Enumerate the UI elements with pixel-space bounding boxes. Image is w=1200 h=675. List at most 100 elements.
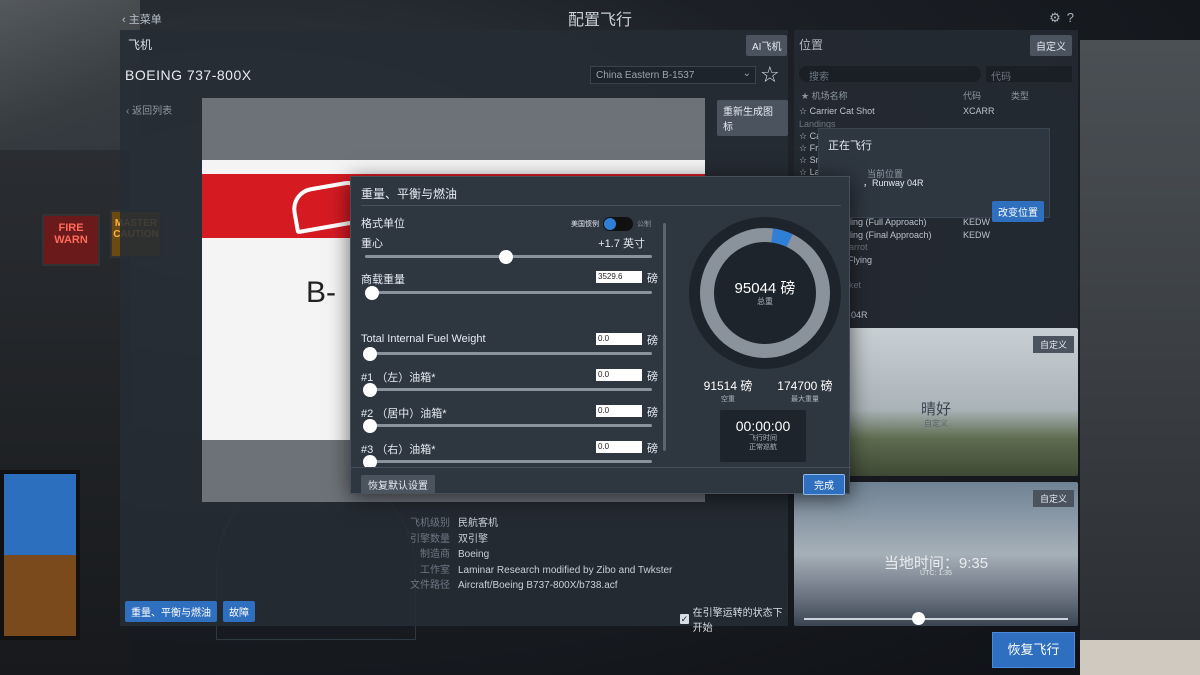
divider <box>361 205 841 206</box>
empty-weight-stat: 91514 磅 空重 <box>697 377 759 404</box>
top-icons: ⚙? <box>1049 10 1080 26</box>
engine-running-checkbox[interactable]: ✓ <box>680 614 689 624</box>
cockpit-pedestal <box>1080 640 1200 675</box>
airport-list-item[interactable]: ☆ Carrier Cat Shot XCARR <box>799 106 995 117</box>
total-fuel-label: Total Internal Fuel Weight <box>361 333 486 345</box>
top-bar: ‹ 主菜单 配置飞行 ⚙? <box>0 0 1200 30</box>
total-weight-value: 95044 磅 <box>734 280 796 297</box>
flying-title: 正在飞行 <box>828 140 872 152</box>
info-row: 文件路径 Aircraft/Boeing B737-800X/b738.acf <box>410 580 618 591</box>
vertical-scrollbar[interactable] <box>663 223 666 451</box>
favorite-star-icon[interactable]: ☆ <box>760 62 780 88</box>
aircraft-name: BOEING 737-800X <box>125 67 252 83</box>
livery-select[interactable]: China Eastern B-1537 ⌄ <box>590 66 756 84</box>
preview-registration: B- <box>306 276 336 309</box>
airport-list-item[interactable]: ☆ Fr <box>799 143 818 154</box>
payload-label: 商载重量 <box>361 274 405 286</box>
ai-aircraft-button[interactable]: AI飞机 <box>746 35 788 56</box>
tank3-slider-track[interactable] <box>365 460 652 463</box>
time-slider-knob[interactable] <box>911 612 925 625</box>
tank3-slider-knob[interactable] <box>363 455 377 467</box>
total-fuel-slider-knob[interactable] <box>363 347 377 361</box>
tank3-input[interactable]: 0.0 <box>596 441 642 453</box>
regenerate-icon-button[interactable]: 重新生成图标 <box>717 100 788 136</box>
tank1-input[interactable]: 0.0 <box>596 369 642 381</box>
aircraft-header: 飞机 <box>128 38 153 52</box>
cockpit-panel-right <box>1080 40 1200 675</box>
time-slider-track[interactable] <box>804 618 1068 620</box>
airport-list-item[interactable]: ket <box>849 280 861 290</box>
failures-button[interactable]: 故障 <box>223 601 255 622</box>
aircraft-info: 飞机级别 民航客机 引擎数量 双引擎 制造商 Boeing 工作室 Laminar Re… <box>410 516 672 594</box>
airport-code-input[interactable]: 代码 <box>986 66 1072 83</box>
flight-time-label: 飞行时间 <box>749 435 777 442</box>
payload-input[interactable]: 3529.6 <box>596 271 642 283</box>
max-weight-label: 最大重量 <box>791 396 819 403</box>
tank1-slider-knob[interactable] <box>363 383 377 397</box>
units-metric-label: 公制 <box>637 221 651 228</box>
weight-balance-fuel-dialog: 重量、平衡与燃油 格式单位 美国惯例 公制 重心 +1.7 英寸 商载重量 35… <box>350 176 851 495</box>
units-toggle[interactable] <box>603 217 633 231</box>
tank2-unit: 磅 <box>647 407 658 419</box>
payload-unit: 磅 <box>647 273 658 285</box>
units-toggle-group: 美国惯例 公制 <box>571 217 651 231</box>
engine-running-label: 在引擎运转的状态下开始 <box>692 608 783 634</box>
livery-value: China Eastern B-1537 <box>596 70 695 81</box>
total-fuel-input[interactable]: 0.0 <box>596 333 642 345</box>
airport-search-input[interactable]: 搜索 <box>799 66 981 83</box>
units-us-label: 美国惯例 <box>571 221 599 228</box>
payload-slider-track[interactable] <box>365 291 652 294</box>
back-to-list-link[interactable]: ‹ 返回列表 <box>126 102 172 117</box>
weight-controls: 格式单位 美国惯例 公制 重心 +1.7 英寸 商载重量 3529.6 磅 To… <box>351 207 661 467</box>
cg-value: +1.7 英寸 <box>598 238 645 250</box>
weight-balance-fuel-button[interactable]: 重量、平衡与燃油 <box>125 601 217 622</box>
total-fuel-slider-track[interactable] <box>365 352 652 355</box>
tank1-unit: 磅 <box>647 371 658 383</box>
done-button[interactable]: 完成 <box>803 474 845 495</box>
empty-weight-value: 91514 磅 <box>703 379 753 393</box>
tank1-slider-track[interactable] <box>365 388 652 391</box>
flight-state-label: 正常巡航 <box>749 444 777 451</box>
cg-slider-knob[interactable] <box>498 250 513 264</box>
flight-time-box: 00:00:00 飞行时间 正常巡航 <box>720 410 806 462</box>
chevron-down-icon: ⌄ <box>742 68 751 79</box>
engine-running-option[interactable]: ✓ 在引擎运转的状态下开始 <box>680 604 788 634</box>
toggle-knob <box>604 218 616 230</box>
aircraft-buttons: 重量、平衡与燃油 故障 <box>125 601 255 622</box>
change-location-button[interactable]: 改变位置 <box>992 201 1044 222</box>
airport-list-item[interactable]: ding (Final Approach) KEDW <box>846 230 990 240</box>
info-row: 引擎数量 双引擎 <box>410 533 488 545</box>
tank2-input[interactable]: 0.0 <box>596 405 642 417</box>
page-title: 配置飞行 <box>567 12 632 29</box>
time-custom-button[interactable]: 自定义 <box>1032 490 1074 507</box>
max-weight-value: 174700 磅 <box>777 379 833 393</box>
primary-flight-display <box>0 470 80 640</box>
total-weight-label: 总重 <box>757 297 773 306</box>
airport-list-item[interactable]: Flying <box>848 255 872 265</box>
payload-slider-knob[interactable] <box>365 286 379 300</box>
divider <box>351 467 851 468</box>
time-card[interactable]: 自定义 当地时间：9:35 UTC: 1:35 <box>794 482 1078 626</box>
info-row: 工作室 Laminar Research modified by Zibo and… <box>420 564 673 576</box>
info-row: 制造商 Boeing <box>420 549 490 560</box>
total-fuel-unit: 磅 <box>647 335 658 347</box>
weather-custom-button[interactable]: 自定义 <box>1032 336 1074 353</box>
tank2-slider-track[interactable] <box>365 424 652 427</box>
help-icon[interactable]: ? <box>1067 10 1080 25</box>
tank3-unit: 磅 <box>647 443 658 455</box>
airport-list-item[interactable]: arrot <box>849 242 868 252</box>
back-list-label: 返回列表 <box>132 106 173 117</box>
location-custom-button[interactable]: 自定义 <box>1030 35 1072 56</box>
units-label: 格式单位 <box>361 218 405 230</box>
flight-time-value: 00:00:00 <box>735 418 791 434</box>
dialog-title: 重量、平衡与燃油 <box>361 187 458 201</box>
resume-flight-button[interactable]: 恢复飞行 <box>992 632 1075 668</box>
airport-list-item[interactable]: ding (Full Approach) KEDW <box>846 217 990 227</box>
settings-icon[interactable]: ⚙ <box>1049 10 1067 25</box>
tank2-label: #2 （居中）油箱* <box>361 408 447 420</box>
location-title: 位置 <box>799 38 824 52</box>
info-row: 飞机级别 民航客机 <box>410 518 498 529</box>
empty-weight-label: 空重 <box>721 396 735 403</box>
tank2-slider-knob[interactable] <box>363 419 377 433</box>
reset-defaults-button[interactable]: 恢复默认设置 <box>361 475 435 494</box>
